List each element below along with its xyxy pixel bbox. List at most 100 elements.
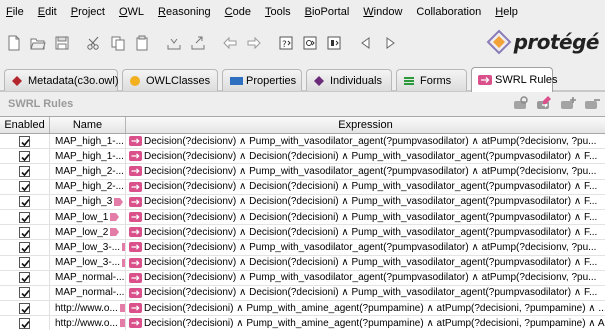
name-cell[interactable]: MAP_low_3-... bbox=[50, 240, 126, 255]
query-icon[interactable]: ? bbox=[278, 35, 294, 51]
name-cell[interactable]: MAP_low_1 bbox=[50, 209, 126, 225]
expression-cell[interactable]: Decision(?decisionv) ∧ Decision(?decisio… bbox=[126, 149, 605, 163]
tab-metadata-c3o-owl[interactable]: Metadata(c3o.owl) bbox=[4, 69, 119, 91]
expression-cell[interactable]: Decision(?decisionv) ∧ Pump_with_vasodil… bbox=[126, 134, 605, 148]
import-icon[interactable] bbox=[166, 35, 182, 51]
forward-icon[interactable] bbox=[382, 35, 398, 51]
menu-item[interactable]: Code bbox=[225, 6, 251, 18]
create-rule-icon[interactable] bbox=[535, 95, 553, 113]
delete-rule-icon[interactable] bbox=[583, 95, 601, 113]
table-row[interactable]: MAP_low_2 Decision(?decisionv) ∧ Decision… bbox=[0, 225, 605, 241]
rule-expression: Decision(?decisionv) ∧ Decision(?decisio… bbox=[144, 226, 598, 238]
name-cell[interactable]: http://www.o... bbox=[50, 316, 126, 330]
enabled-checkbox[interactable] bbox=[19, 272, 30, 284]
expression-cell[interactable]: Decision(?decisioni) ∧ Pump_with_amine_a… bbox=[126, 301, 605, 315]
table-row[interactable]: http://www.o... Decision(?decisioni) ∧ Pu… bbox=[0, 301, 605, 317]
name-cell[interactable]: MAP_low_3-... bbox=[50, 255, 126, 270]
menu-item[interactable]: BioPortal bbox=[305, 6, 350, 18]
menu-item[interactable]: Help bbox=[495, 6, 518, 18]
enabled-cell bbox=[0, 209, 50, 225]
enabled-checkbox[interactable] bbox=[19, 241, 30, 253]
table-row[interactable]: MAP_low_3-... Decision(?decisionv) ∧ Deci… bbox=[0, 255, 605, 271]
tab-individuals[interactable]: Individuals bbox=[306, 69, 392, 91]
table-row[interactable]: MAP_normal-... Decision(?decisionv) ∧ Dec… bbox=[0, 285, 605, 302]
menu-item[interactable]: Project bbox=[71, 6, 105, 18]
table-row[interactable]: MAP_high_1-... Decision(?decisionv) ∧ Pum… bbox=[0, 134, 605, 150]
enabled-checkbox[interactable] bbox=[19, 150, 30, 162]
expression-cell[interactable]: Decision(?decisionv) ∧ Pump_with_vasodil… bbox=[126, 240, 605, 254]
menu-item[interactable]: Edit bbox=[38, 6, 57, 18]
enabled-checkbox[interactable] bbox=[19, 257, 30, 269]
redo-icon[interactable] bbox=[246, 35, 262, 51]
rule-expression: Decision(?decisionv) ∧ Pump_with_vasodil… bbox=[144, 272, 597, 284]
instance-nav-icon[interactable] bbox=[326, 35, 342, 51]
menu-item[interactable]: Window bbox=[363, 6, 402, 18]
rule-name: MAP_low_3-... bbox=[55, 257, 121, 269]
back-icon[interactable] bbox=[358, 35, 374, 51]
menu-item[interactable]: Reasoning bbox=[158, 6, 211, 18]
name-cell[interactable]: MAP_normal-... bbox=[50, 285, 126, 301]
view-rule-icon[interactable] bbox=[511, 95, 529, 113]
paste-icon[interactable] bbox=[134, 35, 150, 51]
menu-item[interactable]: File bbox=[6, 6, 24, 18]
table-row[interactable]: MAP_high_2-... Decision(?decisionv) ∧ Pum… bbox=[0, 164, 605, 180]
column-header-name[interactable]: Name bbox=[50, 117, 126, 133]
name-cell[interactable]: MAP_high_3 bbox=[50, 194, 126, 209]
enabled-checkbox[interactable] bbox=[19, 211, 30, 223]
tab-swrl-rules[interactable]: SWRL Rules bbox=[471, 67, 558, 92]
name-cell[interactable]: MAP_low_2 bbox=[50, 225, 126, 240]
name-cell[interactable]: MAP_high_1-... bbox=[50, 149, 126, 164]
add-rule-icon[interactable] bbox=[559, 95, 577, 113]
open-folder-icon[interactable] bbox=[30, 35, 46, 51]
table-row[interactable]: MAP_high_1-... Decision(?decisionv) ∧ Dec… bbox=[0, 149, 605, 165]
table-row[interactable]: MAP_low_1 Decision(?decisionv) ∧ Decision… bbox=[0, 209, 605, 226]
new-file-icon[interactable] bbox=[6, 35, 22, 51]
expression-cell[interactable]: Decision(?decisionv) ∧ Decision(?decisio… bbox=[126, 180, 605, 194]
enabled-checkbox[interactable] bbox=[19, 181, 30, 193]
cut-icon[interactable] bbox=[86, 35, 102, 51]
enabled-checkbox[interactable] bbox=[19, 302, 30, 314]
copy-icon[interactable] bbox=[110, 35, 126, 51]
name-cell[interactable]: MAP_high_2-... bbox=[50, 179, 126, 194]
expression-cell[interactable]: Decision(?decisionv) ∧ Pump_with_vasodil… bbox=[126, 164, 605, 178]
enabled-checkbox[interactable] bbox=[19, 135, 30, 147]
enabled-checkbox[interactable] bbox=[19, 165, 30, 177]
export-icon[interactable] bbox=[190, 35, 206, 51]
table-row[interactable]: http://www.o... Decision(?decisioni) ∧ Pu… bbox=[0, 316, 605, 330]
table-row[interactable]: MAP_normal-... Decision(?decisionv) ∧ Pum… bbox=[0, 270, 605, 286]
expression-cell[interactable]: Decision(?decisionv) ∧ Decision(?decisio… bbox=[126, 286, 605, 300]
rule-expression: Decision(?decisionv) ∧ Decision(?decisio… bbox=[144, 150, 598, 162]
enabled-checkbox[interactable] bbox=[19, 317, 30, 329]
tab-properties[interactable]: Properties bbox=[222, 69, 302, 91]
menu-item[interactable]: Tools bbox=[265, 6, 291, 18]
rule-expression: Decision(?decisionv) ∧ Decision(?decisio… bbox=[144, 287, 598, 299]
name-cell[interactable]: MAP_high_1-... bbox=[50, 134, 126, 149]
expression-cell[interactable]: Decision(?decisionv) ∧ Decision(?decisio… bbox=[126, 225, 605, 239]
expression-cell[interactable]: Decision(?decisioni) ∧ Pump_with_amine_a… bbox=[126, 316, 605, 330]
expression-cell[interactable]: Decision(?decisionv) ∧ Decision(?decisio… bbox=[126, 195, 605, 209]
expression-cell[interactable]: Decision(?decisionv) ∧ Decision(?decisio… bbox=[126, 256, 605, 270]
expression-cell[interactable]: Decision(?decisionv) ∧ Decision(?decisio… bbox=[126, 210, 605, 224]
enabled-checkbox[interactable] bbox=[19, 287, 30, 299]
table-row[interactable]: MAP_low_3-... Decision(?decisionv) ∧ Pump… bbox=[0, 240, 605, 256]
expression-cell[interactable]: Decision(?decisionv) ∧ Pump_with_vasodil… bbox=[126, 271, 605, 285]
table-row[interactable]: MAP_high_2-... Decision(?decisionv) ∧ Dec… bbox=[0, 179, 605, 195]
undo-icon[interactable] bbox=[222, 35, 238, 51]
arrow-icon bbox=[478, 74, 492, 86]
name-cell[interactable]: MAP_normal-... bbox=[50, 270, 126, 285]
column-header-enabled[interactable]: Enabled bbox=[0, 117, 50, 133]
name-cell[interactable]: MAP_high_2-... bbox=[50, 164, 126, 179]
class-nav-icon[interactable] bbox=[302, 35, 318, 51]
menu-item[interactable]: Collaboration bbox=[416, 6, 481, 18]
column-header-expression[interactable]: Expression bbox=[126, 117, 605, 133]
name-cell[interactable]: http://www.o... bbox=[50, 301, 126, 316]
rect-icon bbox=[229, 75, 244, 87]
enabled-checkbox[interactable] bbox=[19, 226, 30, 238]
tab-owlclasses[interactable]: OWLClasses bbox=[122, 69, 218, 91]
table-row[interactable]: MAP_high_3 Decision(?decisionv) ∧ Decisio… bbox=[0, 194, 605, 210]
tab-forms[interactable]: Forms bbox=[396, 69, 467, 91]
menu-item[interactable]: OWL bbox=[119, 6, 144, 18]
save-icon[interactable] bbox=[54, 35, 70, 51]
lines-icon bbox=[403, 75, 415, 87]
enabled-checkbox[interactable] bbox=[19, 196, 30, 208]
